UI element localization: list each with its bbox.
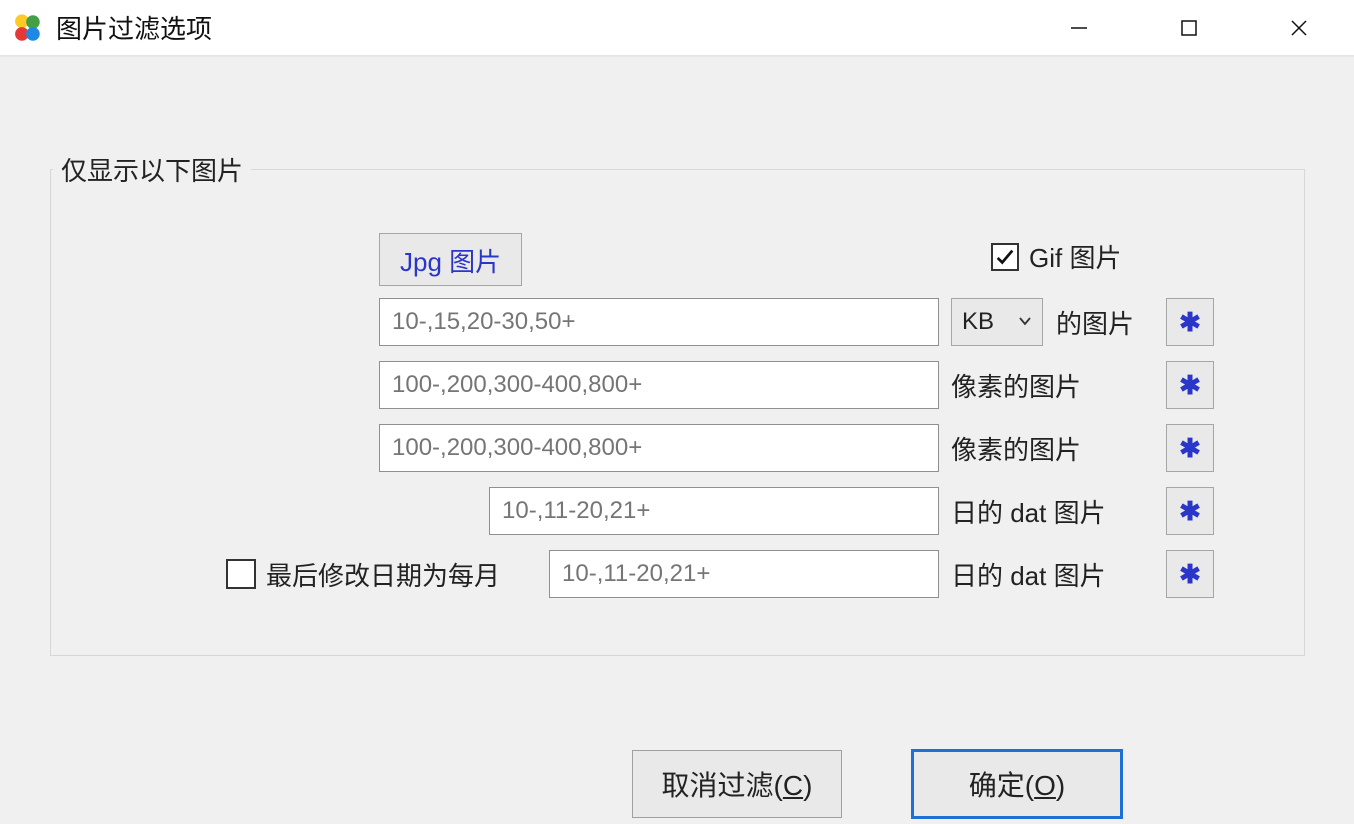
dialog-buttons: 取消过滤(C) 确定(O): [0, 750, 1354, 820]
filter-groupbox: 仅显示以下图片 Jpg 图片 Gif 图片 KB: [50, 151, 1305, 656]
asterisk-icon: ✱: [1179, 559, 1201, 590]
size-unit-value: KB: [962, 308, 994, 336]
height-help-button[interactable]: ✱: [1166, 424, 1214, 472]
close-button[interactable]: [1244, 0, 1354, 56]
day2-input[interactable]: [549, 550, 939, 598]
ok-button[interactable]: 确定(O): [912, 750, 1122, 818]
height-suffix-label: 像素的图片: [951, 430, 1081, 467]
window-title: 图片过滤选项: [56, 9, 212, 46]
cancel-button-label: 取消过滤(C): [662, 764, 813, 804]
lastmod-checkbox-label: 最后修改日期为每月: [266, 556, 500, 593]
gif-checkbox-label: Gif 图片: [1029, 238, 1121, 275]
size-help-button[interactable]: ✱: [1166, 298, 1214, 346]
groupbox-legend: 仅显示以下图片: [53, 151, 251, 188]
day2-suffix-label: 日的 dat 图片: [951, 556, 1106, 593]
size-suffix-label: 的图片: [1056, 304, 1134, 341]
asterisk-icon: ✱: [1179, 370, 1201, 401]
gif-checkbox[interactable]: Gif 图片: [991, 238, 1121, 275]
width-input[interactable]: [379, 361, 939, 409]
chevron-down-icon: [1018, 312, 1032, 333]
row-width: 像素的图片 ✱: [51, 361, 1304, 409]
day1-input[interactable]: [489, 487, 939, 535]
day2-help-button[interactable]: ✱: [1166, 550, 1214, 598]
jpg-toggle-label: Jpg 图片: [400, 247, 501, 277]
day1-suffix-label: 日的 dat 图片: [951, 493, 1106, 530]
maximize-button[interactable]: [1134, 0, 1244, 56]
row-day1: 日的 dat 图片 ✱: [51, 487, 1304, 535]
lastmod-checkbox-box: [226, 559, 256, 589]
window-controls: [1024, 0, 1354, 56]
row-day2: 最后修改日期为每月 日的 dat 图片 ✱: [51, 550, 1304, 598]
asterisk-icon: ✱: [1179, 307, 1201, 338]
ok-button-label: 确定(O): [969, 764, 1065, 804]
jpg-toggle-button[interactable]: Jpg 图片: [379, 233, 522, 286]
day1-help-button[interactable]: ✱: [1166, 487, 1214, 535]
width-suffix-label: 像素的图片: [951, 367, 1081, 404]
row-height: 像素的图片 ✱: [51, 424, 1304, 472]
content-area: 仅显示以下图片 Jpg 图片 Gif 图片 KB: [0, 56, 1354, 824]
size-input[interactable]: [379, 298, 939, 346]
lastmod-checkbox[interactable]: 最后修改日期为每月: [226, 556, 500, 593]
cancel-button[interactable]: 取消过滤(C): [632, 750, 842, 818]
row-size: KB 的图片 ✱: [51, 298, 1304, 346]
asterisk-icon: ✱: [1179, 433, 1201, 464]
height-input[interactable]: [379, 424, 939, 472]
gif-checkbox-box: [991, 243, 1019, 271]
asterisk-icon: ✱: [1179, 496, 1201, 527]
minimize-button[interactable]: [1024, 0, 1134, 56]
app-logo-icon: [10, 11, 44, 45]
size-unit-select[interactable]: KB: [951, 298, 1043, 346]
width-help-button[interactable]: ✱: [1166, 361, 1214, 409]
titlebar: 图片过滤选项: [0, 0, 1354, 56]
